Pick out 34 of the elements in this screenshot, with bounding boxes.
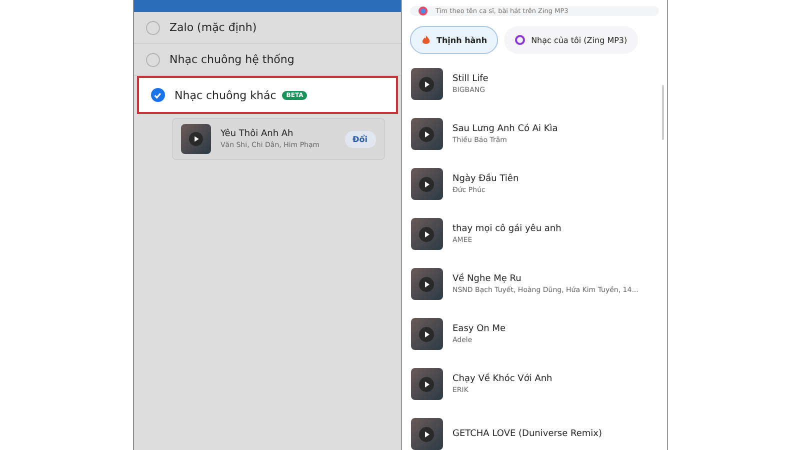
play-icon: [419, 376, 434, 392]
song-title: Chạy Về Khóc Với Anh: [452, 374, 554, 384]
option-label: Nhạc chuông hệ thống: [170, 53, 294, 66]
logo-icon: [418, 6, 428, 16]
song-title: Still Life: [452, 74, 490, 84]
play-icon: [419, 226, 434, 242]
category-tab[interactable]: Nhạc của tôi (Zing MP3): [504, 26, 638, 54]
song-title: thay mọi cô gái yêu anh: [452, 224, 562, 234]
song-title: Easy On Me: [452, 324, 507, 334]
play-icon: [419, 126, 434, 142]
play-icon: [419, 426, 434, 442]
radio-button[interactable]: [146, 52, 160, 66]
music-icon: [515, 35, 526, 45]
play-icon: [419, 176, 434, 192]
song-item[interactable]: GETCHA LOVE (Duniverse Remix): [410, 418, 666, 450]
category-tab[interactable]: Thịnh hành: [410, 26, 498, 54]
radio-button[interactable]: [150, 88, 164, 102]
song-title: Sau Lưng Anh Có Ai Kìa: [452, 124, 559, 134]
song-title: GETCHA LOVE (Duniverse Remix): [452, 429, 604, 439]
song-title: Về Nghe Mẹ Ru: [452, 274, 522, 284]
option-label: Zalo (mặc định): [170, 21, 257, 34]
scrollbar: [662, 85, 664, 140]
change-button[interactable]: Đổi: [344, 130, 376, 148]
play-icon: [419, 76, 434, 92]
play-icon: [419, 276, 434, 292]
song-title: Yêu Thôi Anh Ah: [220, 129, 294, 139]
radio-button[interactable]: [146, 20, 160, 34]
play-icon: [188, 132, 202, 146]
ringtone-option[interactable]: Zalo (mặc định): [134, 12, 400, 44]
check-icon: [153, 90, 162, 100]
flame-icon: [420, 35, 430, 45]
song-title: Ngày Đầu Tiên: [452, 174, 520, 184]
option-label: Nhạc chuông khác: [174, 88, 276, 102]
play-icon: [419, 326, 434, 342]
